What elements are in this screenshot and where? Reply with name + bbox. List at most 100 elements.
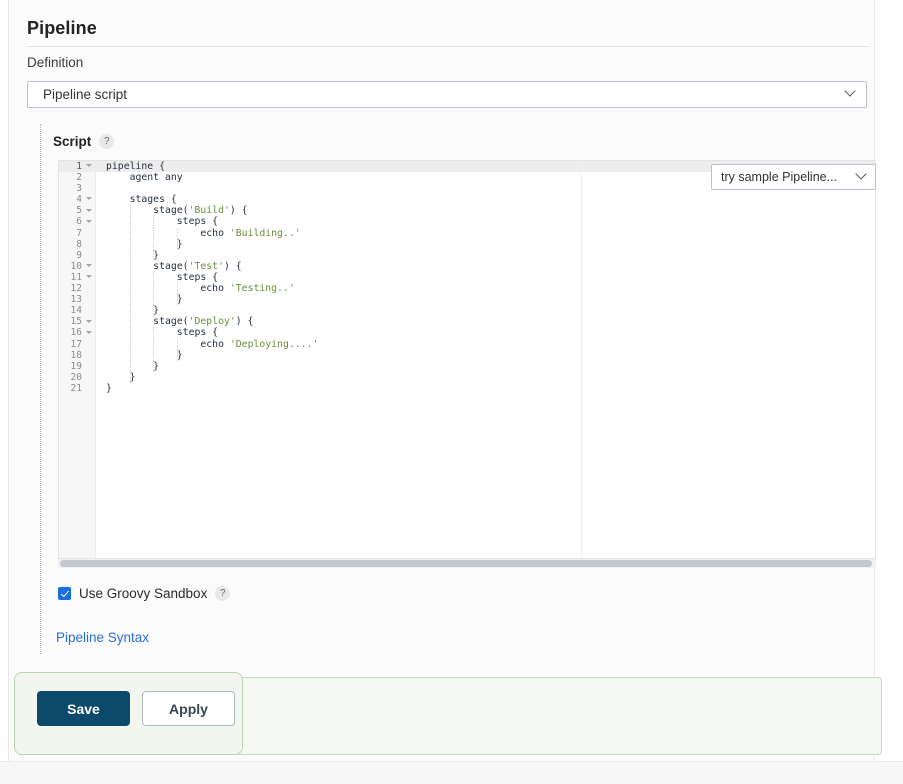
editor-code-line: stage('Test') { (96, 261, 875, 272)
definition-select[interactable]: Pipeline script (27, 81, 867, 108)
indent-guide (153, 350, 154, 361)
code-token: } (106, 305, 159, 316)
code-token: } (106, 250, 159, 261)
scrollbar-thumb[interactable] (60, 560, 872, 567)
editor-code-line: } (96, 383, 875, 394)
editor-code-line: } (96, 361, 875, 372)
code-string-token: 'Building..' (230, 228, 301, 239)
code-token: } (106, 383, 112, 394)
indent-guide (130, 372, 131, 383)
editor-line-number: 18 (59, 350, 95, 361)
definition-label: Definition (27, 55, 83, 70)
indent-guide (130, 261, 131, 272)
editor-code-line: steps { (96, 327, 875, 338)
editor-line-number: 9 (59, 250, 95, 261)
code-token: } (106, 361, 159, 372)
script-editor[interactable]: 123456789101112131415161718192021 pipeli… (58, 160, 876, 560)
code-token: pipeline { (106, 161, 165, 172)
definition-select-value: Pipeline script (43, 87, 127, 102)
indent-guide (153, 228, 154, 239)
fold-toggle-icon[interactable] (86, 331, 92, 334)
code-token: } (106, 239, 183, 250)
script-label: Script (53, 134, 91, 149)
indent-guide (153, 272, 154, 283)
editor-code-line: stage('Deploy') { (96, 316, 875, 327)
editor-line-number: 21 (59, 383, 95, 394)
indent-guide (130, 316, 131, 327)
indent-guide (130, 327, 131, 338)
indent-guide (153, 327, 154, 338)
script-header: Script ? (53, 134, 114, 149)
editor-horizontal-scrollbar[interactable] (58, 558, 876, 568)
editor-line-number: 17 (59, 339, 95, 350)
groovy-sandbox-row[interactable]: Use Groovy Sandbox ? (58, 586, 230, 601)
editor-code-line: steps { (96, 216, 875, 227)
code-string-token: 'Test' (189, 261, 224, 272)
code-token: stage( (106, 205, 189, 216)
editor-code-line: } (96, 250, 875, 261)
code-token: } (106, 294, 183, 305)
indent-guide (130, 350, 131, 361)
editor-line-number: 5 (59, 205, 95, 216)
fold-toggle-icon[interactable] (86, 209, 92, 212)
code-token: ) { (230, 205, 248, 216)
editor-code-line: steps { (96, 272, 875, 283)
editor-code-area[interactable]: pipeline { agent any stages { stage('Bui… (96, 161, 875, 559)
editor-line-number: 12 (59, 283, 95, 294)
code-string-token: 'Testing..' (230, 283, 295, 294)
indent-guide (153, 239, 154, 250)
editor-code-line: stage('Build') { (96, 205, 875, 216)
code-token: echo (106, 339, 230, 350)
editor-line-number: 1 (59, 161, 95, 172)
fold-toggle-icon[interactable] (86, 320, 92, 323)
editor-line-number: 11 (59, 272, 95, 283)
save-button[interactable]: Save (37, 691, 130, 726)
right-gutter (874, 0, 903, 762)
pipeline-syntax-link[interactable]: Pipeline Syntax (56, 630, 149, 645)
fold-toggle-icon[interactable] (86, 164, 92, 167)
indent-guide (130, 361, 131, 372)
editor-line-number: 20 (59, 372, 95, 383)
sample-pipeline-select[interactable]: try sample Pipeline... (711, 164, 876, 190)
editor-line-number: 19 (59, 361, 95, 372)
indent-guide (177, 339, 178, 350)
fold-toggle-icon[interactable] (86, 264, 92, 267)
editor-line-numbers: 123456789101112131415161718192021 (59, 161, 96, 559)
code-token: stage( (106, 261, 189, 272)
apply-button[interactable]: Apply (142, 691, 235, 726)
form-actions-row: Save Apply (37, 691, 235, 726)
editor-code-line: echo 'Building..' (96, 228, 875, 239)
editor-code-line: } (96, 350, 875, 361)
title-divider (27, 46, 869, 47)
indent-guide (153, 216, 154, 227)
indent-guide (153, 250, 154, 261)
code-string-token: 'Deploying....' (230, 339, 318, 350)
indent-guide (177, 350, 178, 361)
editor-code-line: echo 'Deploying....' (96, 339, 875, 350)
indent-guide (130, 283, 131, 294)
indent-guide (153, 283, 154, 294)
fold-toggle-icon[interactable] (86, 220, 92, 223)
editor-line-number: 13 (59, 294, 95, 305)
indent-guide (130, 339, 131, 350)
code-token: } (106, 350, 183, 361)
fold-toggle-icon[interactable] (86, 197, 92, 200)
editor-code-line: echo 'Testing..' (96, 283, 875, 294)
editor-line-number: 8 (59, 239, 95, 250)
indent-guide (130, 228, 131, 239)
fold-toggle-icon[interactable] (86, 275, 92, 278)
code-token: echo (106, 283, 230, 294)
editor-line-number: 16 (59, 327, 95, 338)
help-icon-script[interactable]: ? (99, 134, 114, 149)
code-token: stage( (106, 316, 189, 327)
code-string-token: 'Build' (189, 205, 230, 216)
groovy-sandbox-checkbox[interactable] (58, 587, 71, 600)
form-actions-panel: Save Apply (14, 672, 243, 755)
code-token: steps { (106, 216, 218, 227)
code-token: ) { (236, 316, 254, 327)
help-icon-sandbox[interactable]: ? (215, 586, 230, 601)
editor-line-number: 3 (59, 183, 95, 194)
section-guide-line (40, 124, 41, 654)
editor-line-number: 10 (59, 261, 95, 272)
indent-guide (153, 339, 154, 350)
